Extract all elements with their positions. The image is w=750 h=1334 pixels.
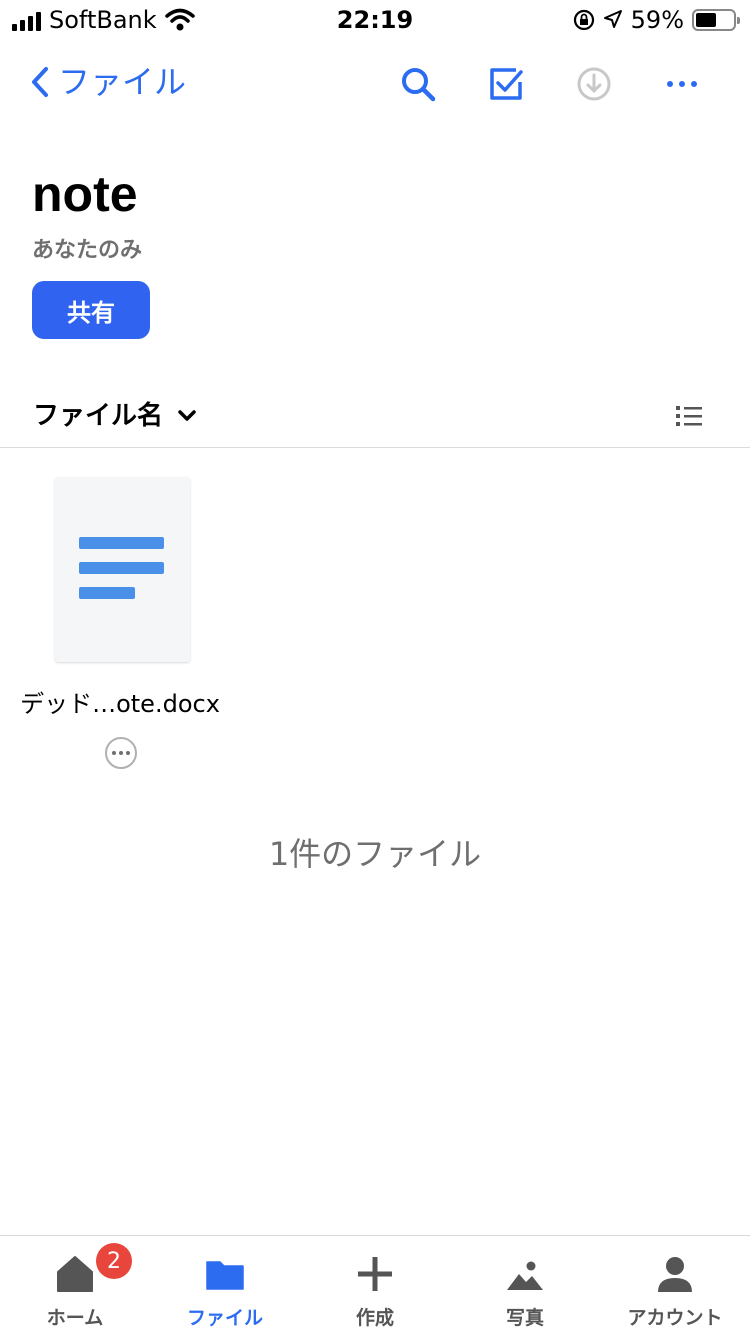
file-more-button[interactable] (105, 737, 137, 769)
account-icon (658, 1257, 692, 1292)
folder-icon (206, 1261, 244, 1290)
download-icon[interactable] (574, 64, 614, 104)
tab-label: アカウント (627, 1307, 723, 1329)
chevron-left-icon (32, 67, 48, 97)
share-button[interactable]: 共有 (32, 281, 150, 339)
back-button[interactable]: ファイル (30, 62, 186, 102)
file-name[interactable]: デッド…ote.docx (10, 688, 230, 720)
home-icon (57, 1256, 93, 1292)
tab-label: 作成 (355, 1307, 394, 1329)
nav-bar: ファイル (0, 50, 750, 116)
more-icon[interactable] (662, 64, 702, 104)
tab-label: ホーム (46, 1307, 104, 1329)
photo-icon (507, 1261, 543, 1290)
file-count: 1件のファイル (268, 835, 482, 873)
plus-icon (358, 1257, 392, 1291)
battery-icon (692, 9, 740, 31)
tab-bar: 2 ホーム ファイル 作成 写真 アカウント (0, 1235, 750, 1334)
search-icon[interactable] (398, 64, 438, 104)
tab-home[interactable]: 2 ホーム (0, 1236, 150, 1334)
select-icon[interactable] (486, 64, 526, 104)
orientation-lock-icon (573, 9, 594, 31)
tab-label: ファイル (186, 1307, 263, 1329)
tab-create[interactable]: 作成 (300, 1236, 450, 1334)
sort-bar: ファイル名 (0, 388, 750, 448)
list-view-icon[interactable] (676, 404, 702, 428)
battery-percent: 59% (630, 6, 684, 34)
tab-account[interactable]: アカウント (600, 1236, 750, 1334)
folder-title: note (32, 166, 138, 222)
tab-label: 写真 (505, 1307, 544, 1329)
back-label: ファイル (58, 63, 187, 101)
location-icon (603, 10, 622, 28)
chevron-down-icon (178, 410, 196, 421)
sort-label: ファイル名 (33, 401, 164, 431)
tab-photos[interactable]: 写真 (450, 1236, 600, 1334)
file-thumbnail[interactable] (55, 477, 190, 662)
status-right: 59% (573, 6, 740, 34)
folder-owner-label: あなたのみ (32, 238, 143, 263)
sort-button[interactable]: ファイル名 (33, 398, 197, 434)
notification-badge: 2 (96, 1243, 132, 1279)
tab-files[interactable]: ファイル (150, 1236, 300, 1334)
status-bar: SoftBank 22:19 59% (0, 0, 750, 40)
